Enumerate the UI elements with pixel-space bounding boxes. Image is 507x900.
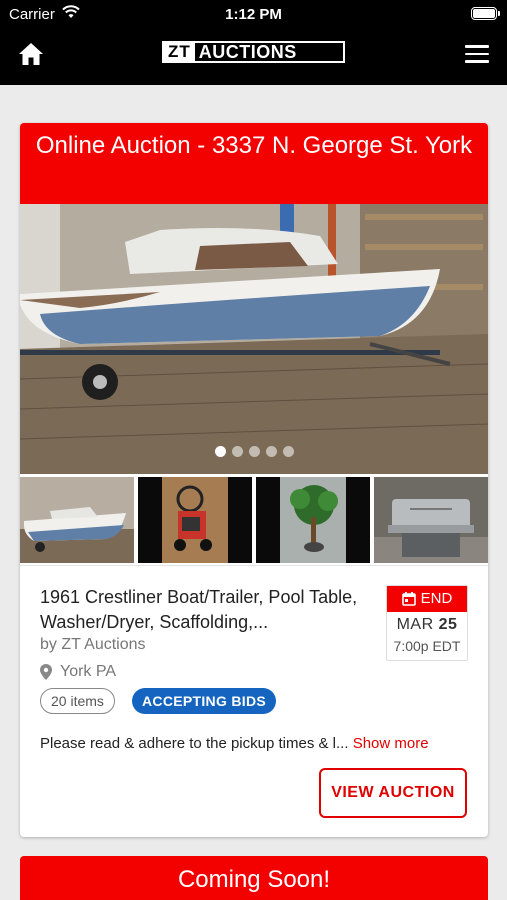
end-time: 7:00p EDT [393, 638, 461, 654]
zt-auctions-logo: ZT AUCTIONS [162, 41, 345, 63]
calendar-icon [401, 592, 416, 606]
location-pin-icon [40, 664, 52, 680]
main-photo[interactable] [20, 204, 488, 474]
location-label: York PA [60, 663, 117, 680]
items-count-badge: 20 items [40, 688, 115, 714]
view-auction-button[interactable]: VIEW AUCTION [319, 768, 467, 818]
auctioneer-name: by ZT Auctions [40, 636, 146, 653]
top-bar: Carrier 1:12 PM ZT AUCTIONS [0, 0, 507, 85]
pager-dot[interactable] [214, 446, 226, 457]
photo-pager [20, 444, 488, 462]
description-text: Please read & adhere to the pickup times… [40, 735, 349, 752]
status-bar: Carrier 1:12 PM [0, 0, 507, 28]
hamburger-menu-icon[interactable] [465, 45, 489, 63]
lot-title[interactable]: 1961 Crestliner Boat/Trailer, Pool Table… [40, 585, 360, 635]
pager-dot[interactable] [231, 446, 243, 457]
battery-icon [471, 7, 497, 20]
auction-description: Please read & adhere to the pickup times… [40, 735, 429, 752]
coming-soon-title: Coming Soon! [177, 866, 331, 893]
location: York PA [40, 663, 116, 681]
end-date: MAR 25 [387, 616, 467, 634]
home-icon[interactable] [18, 42, 44, 66]
thumbnail-strip [20, 474, 488, 566]
coming-soon-card[interactable]: Coming Soon! [20, 856, 488, 900]
clock: 1:12 PM [225, 6, 282, 23]
logo-zt: ZT [164, 43, 195, 61]
auction-title[interactable]: Online Auction - 3337 N. George St. York [20, 123, 488, 204]
end-header: END [387, 586, 467, 612]
pager-dot[interactable] [265, 446, 277, 457]
end-month: MAR [396, 616, 434, 633]
show-more-link[interactable]: Show more [353, 735, 429, 752]
end-date-box: END MAR 25 7:00p EDT [386, 585, 468, 661]
battery-tip [498, 11, 500, 16]
pager-dot[interactable] [248, 446, 260, 457]
thumbnail-grill[interactable] [374, 477, 488, 563]
thumbnail-pressure-washer[interactable] [138, 477, 252, 563]
thumbnail-boat[interactable] [20, 477, 134, 563]
auction-card: Online Auction - 3337 N. George St. York [20, 123, 488, 837]
boat-photo [20, 204, 488, 474]
thumbnail-plant[interactable] [256, 477, 370, 563]
logo-auctions: AUCTIONS [198, 42, 297, 62]
end-day: 25 [438, 616, 458, 633]
end-label: END [420, 590, 453, 607]
pager-dot[interactable] [282, 446, 294, 457]
status-badge: ACCEPTING BIDS [132, 688, 276, 714]
